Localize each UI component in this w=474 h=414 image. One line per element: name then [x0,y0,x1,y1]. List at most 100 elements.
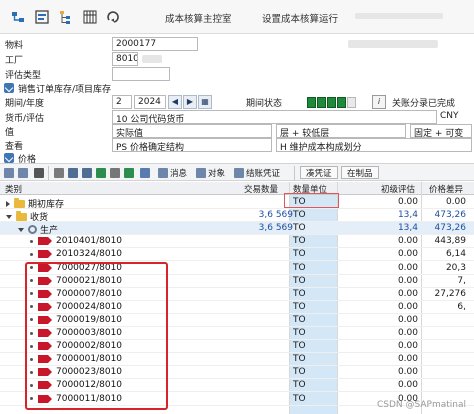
expand-arrow-icon[interactable] [6,200,10,207]
order-row[interactable]: 7000003/8010 TO 0.00 [0,327,474,340]
initial-valuation-cell: 0.00 [397,354,418,365]
price-structure-select[interactable]: PS 价格确定结构 [112,138,272,152]
unit-cell: TO [293,249,306,260]
cost-cockpit-title[interactable]: 成本核算主控室 [165,11,232,25]
column-header-qty[interactable]: 交易数量 [244,183,278,195]
valuation-type-row: 评估类型 [0,67,474,81]
row-name[interactable]: 2010324/8010 [30,249,122,259]
initial-valuation-cell: 0.00 [397,275,418,286]
row-name[interactable]: 7000007/8010 [30,289,122,299]
category-row[interactable]: 期初库存 TO 0.00 0.00 [0,196,474,210]
material-field[interactable]: 2000177 [112,37,198,51]
production-order-icon [38,381,52,390]
sort-button[interactable] [54,166,66,179]
period-field[interactable]: 2 [112,95,132,109]
currency-select[interactable]: 10 公司代码货币 [112,110,437,124]
row-name[interactable]: 收货 [6,210,48,223]
settlement-document-button[interactable]: 结账凭证 [234,166,280,179]
plant-field[interactable]: 8010 [112,52,138,66]
application-toolbar: 成本核算主控室 设置成本核算运行 [0,0,474,34]
valuation-type-field[interactable] [112,67,170,81]
row-label: 收货 [30,213,49,224]
row-name[interactable]: 7000011/8010 [30,394,122,404]
order-row[interactable]: 7000001/8010 TO 0.00 [0,353,474,367]
period-status-step-1 [307,97,316,108]
plant-row: 工厂 8010 [0,52,474,66]
find-button[interactable] [34,166,46,179]
layer-select[interactable]: 层 + 较低层 [276,124,406,138]
production-order-icon [38,394,52,403]
material-label: 物料 [5,41,24,51]
info-icon[interactable]: i [372,95,386,109]
unit-cell: TO [293,341,306,352]
prev-period-button[interactable]: ◀ [168,95,182,109]
row-name[interactable]: 7000019/8010 [30,315,122,325]
cost-component-select[interactable]: H 维护成本构成划分 [276,138,472,152]
export-button[interactable] [96,166,108,179]
row-name[interactable]: 7000003/8010 [30,328,122,338]
row-name[interactable]: 7000024/8010 [30,302,122,312]
column-header-initial-valuation[interactable]: 初级评估 [381,183,415,195]
row-name[interactable]: 7000027/8010 [30,263,122,273]
objects-button[interactable]: 对象 [196,166,225,179]
order-row[interactable]: 7000027/8010 TO 0.00 20,3 [0,262,474,275]
order-row[interactable]: 7000007/8010 TO 0.00 27,276 [0,288,474,301]
expand-all-button[interactable] [18,166,30,179]
order-row[interactable]: 7000012/8010 TO 0.00 [0,379,474,393]
wip-button[interactable]: 在制品 [341,166,379,179]
setup-costing-run-link[interactable]: 设置成本核算运行 [262,11,338,25]
row-name[interactable]: 7000012/8010 [30,380,122,390]
column-header-category[interactable]: 类别 [5,183,22,195]
refresh-icon[interactable] [106,9,122,25]
row-label: 2010401/8010 [56,236,123,247]
collapse-arrow-icon[interactable] [18,227,24,232]
row-name[interactable]: 7000001/8010 [30,354,122,364]
voucher-button[interactable]: 凑凭证 [300,166,338,179]
order-row[interactable]: 7000023/8010 TO 0.00 [0,366,474,380]
fixed-variable-select[interactable]: 固定 + 可变 [410,124,472,138]
initial-valuation-cell: 0.00 [397,314,418,325]
order-row[interactable]: 7000019/8010 TO 0.00 [0,314,474,327]
year-field[interactable]: 2024 [134,95,166,109]
row-name[interactable]: 7000021/8010 [30,276,122,286]
hierarchy-button[interactable] [140,166,152,179]
next-period-button[interactable]: ▶ [183,95,197,109]
collapse-arrow-icon[interactable] [6,214,12,219]
row-label: 生产 [40,226,59,237]
row-name[interactable]: 7000023/8010 [30,367,122,377]
initial-valuation-cell: 0.00 [397,262,418,273]
column-header-price-difference[interactable]: 价格差异 [429,183,463,195]
tree-icon[interactable] [58,9,74,25]
row-name[interactable]: 2010401/8010 [30,236,122,246]
tree-bullet-icon [30,279,33,283]
order-row[interactable]: 2010401/8010 TO 0.00 443,89 [0,235,474,249]
display-icon[interactable] [34,9,50,25]
order-row[interactable]: 2010324/8010 TO 0.00 6,14 [0,248,474,262]
row-name[interactable]: 生产 [18,223,58,236]
category-row[interactable]: 生产 3,6 569 TO 13,4 473,26 [0,222,474,236]
initial-valuation-cell: 0.00 [397,301,418,312]
row-label: 7000007/8010 [56,288,123,299]
sum-button[interactable] [82,166,94,179]
grid-icon[interactable] [82,9,98,25]
column-header-unit[interactable]: 数量单位 [293,183,327,195]
value-select[interactable]: 实际值 [112,124,272,138]
order-row[interactable]: 7000021/8010 TO 0.00 7, [0,275,474,288]
price-difference-cell: 27,276 [434,288,467,299]
row-name[interactable]: 期初库存 [6,197,64,210]
filter-button[interactable] [68,166,80,179]
period-calendar-button[interactable]: ▦ [198,95,212,109]
hierarchy-icon[interactable] [10,9,26,25]
order-row[interactable]: 7000024/8010 TO 0.00 6, [0,301,474,314]
row-name[interactable]: 7000002/8010 [30,341,122,351]
order-row[interactable]: 7000002/8010 TO 0.00 [0,340,474,354]
layout-button[interactable] [124,166,136,179]
collapse-all-button[interactable] [4,166,16,179]
row-label: 7000019/8010 [56,314,123,325]
sales-order-stock-toggle[interactable]: 销售订单库存/项目库存 [4,81,184,95]
category-row[interactable]: 收货 3,6 569 TO 13,4 473,26 [0,209,474,223]
watermark: CSDN @SAPmatinal [376,400,466,410]
messages-button[interactable]: 消息 [158,166,187,179]
price-difference-cell: 20,3 [445,262,466,273]
print-button[interactable] [110,166,122,179]
